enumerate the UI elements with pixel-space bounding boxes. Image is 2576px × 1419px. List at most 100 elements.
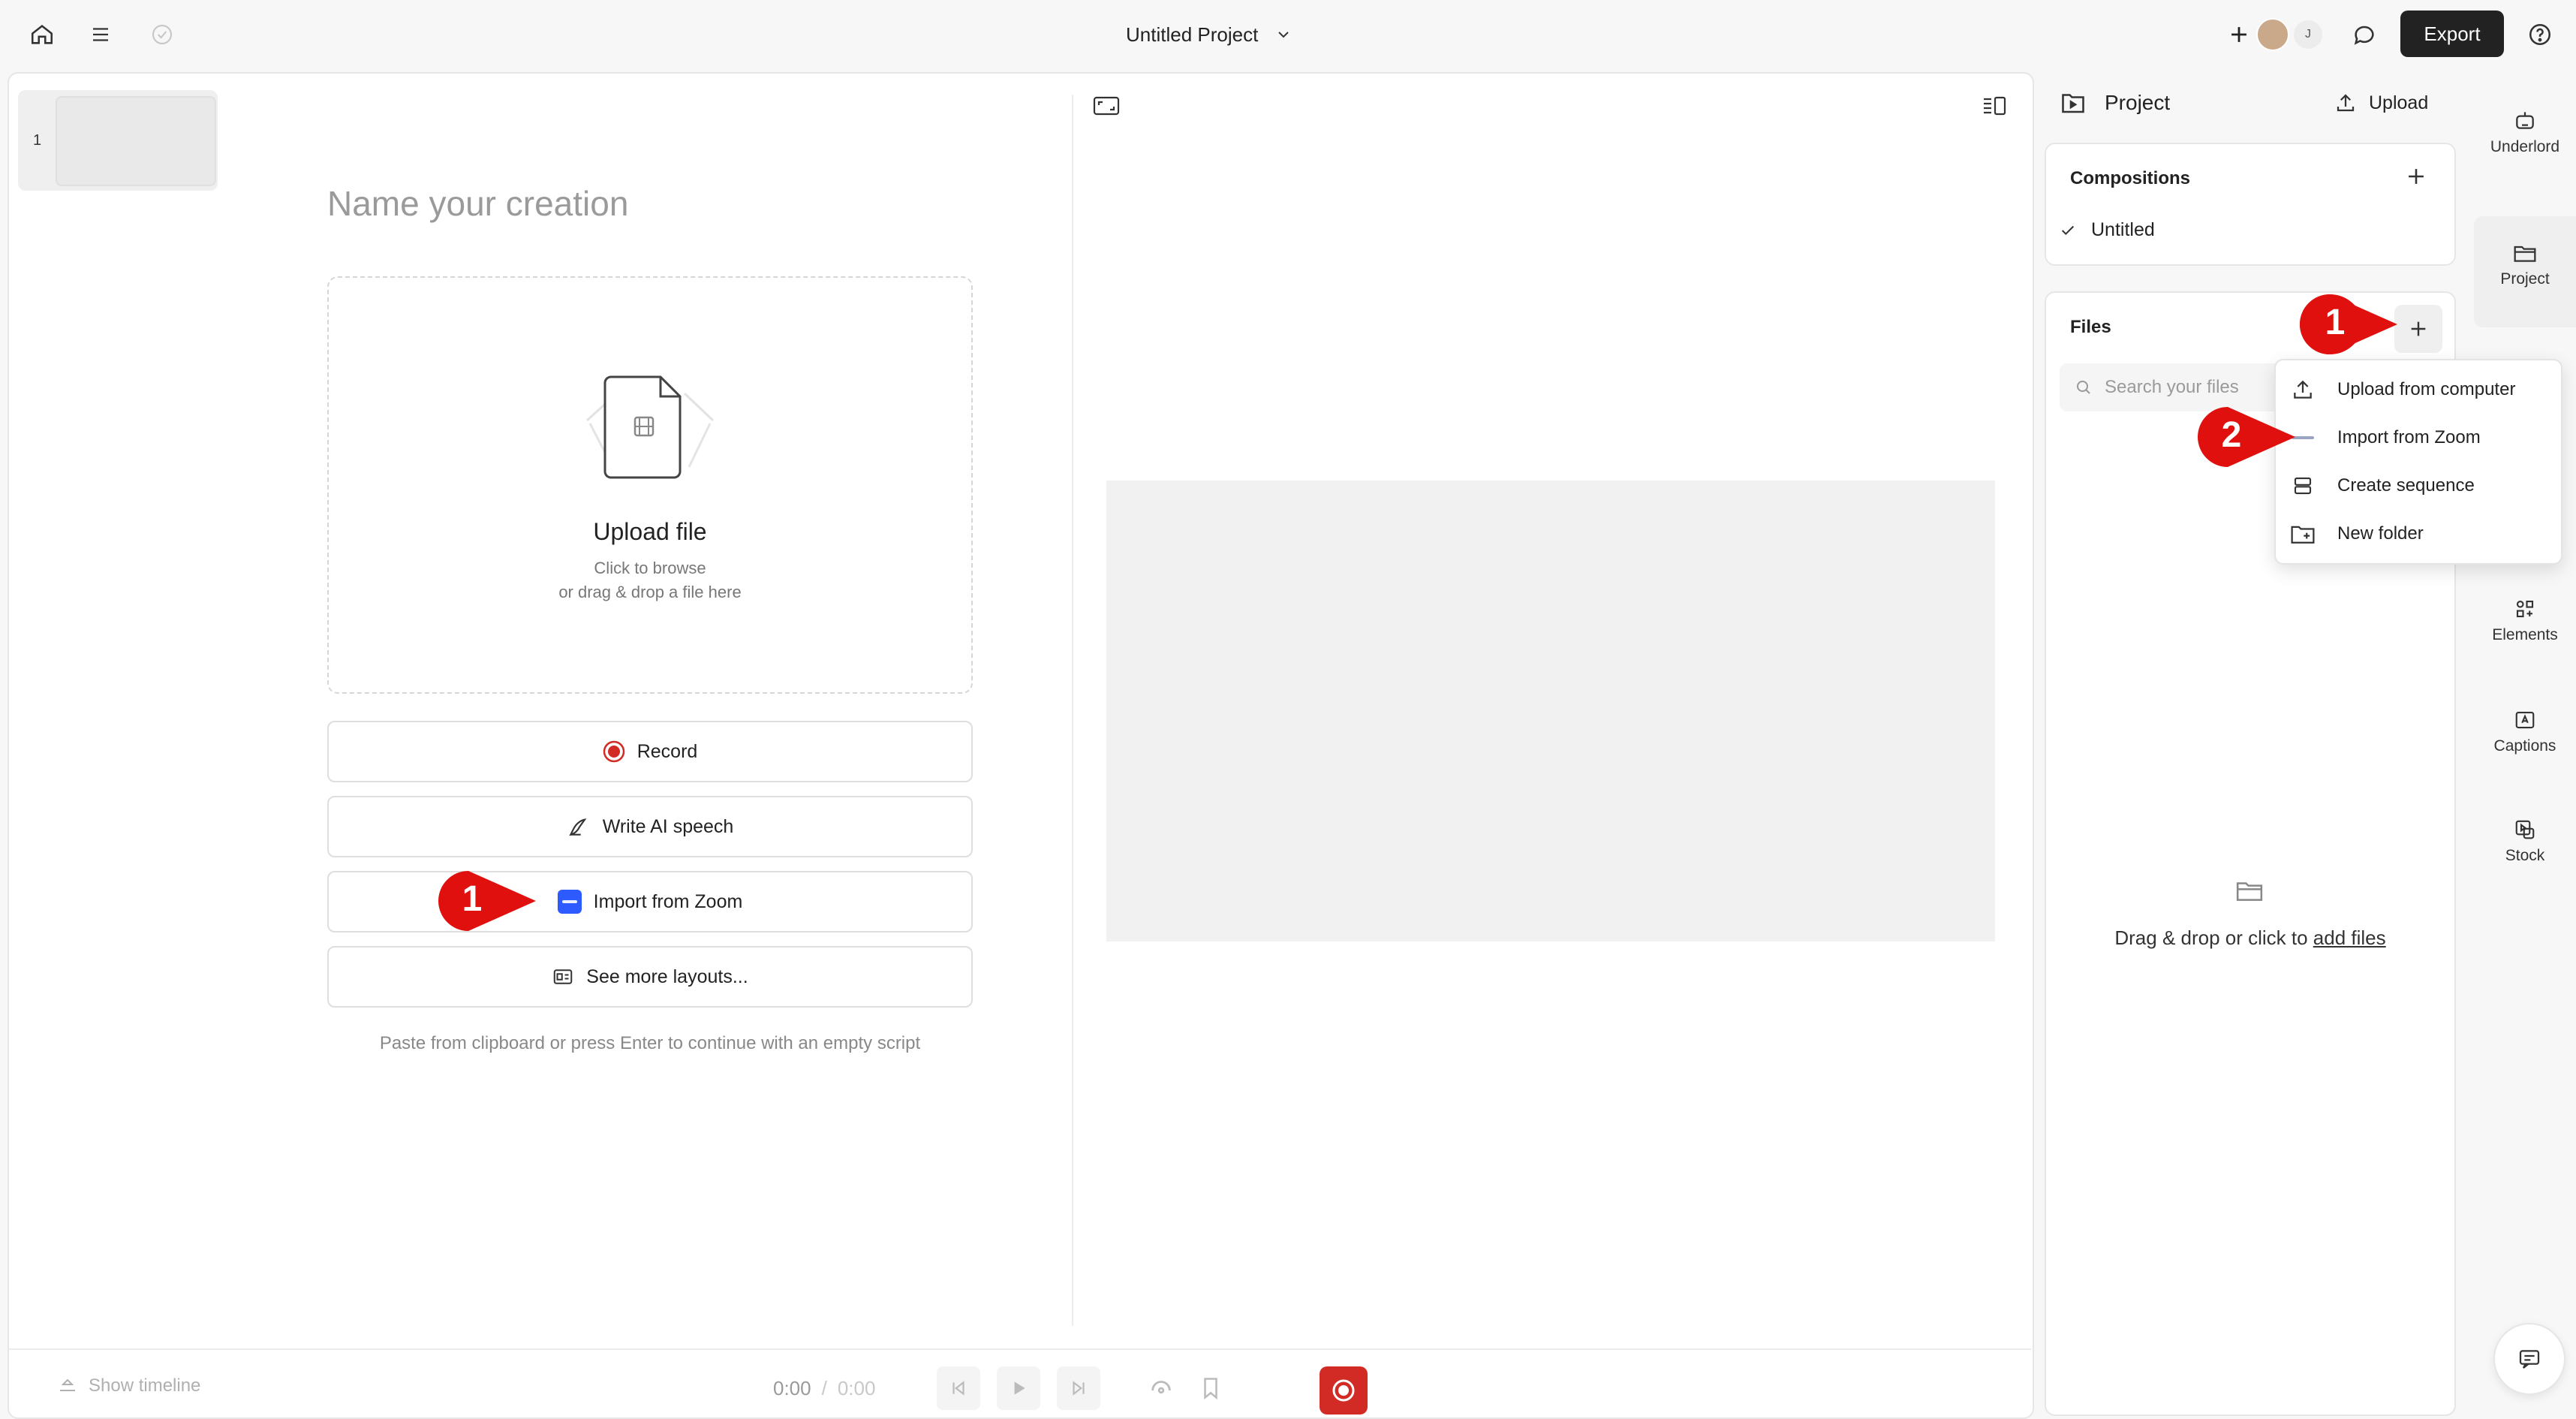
bookmark-icon[interactable] [1199,1375,1222,1401]
export-button[interactable]: Export [2400,11,2504,57]
folder-icon [2513,242,2537,264]
empty-state-text: Drag & drop or click to [2114,926,2313,949]
file-video-icon [579,371,721,488]
aspect-ratio-icon[interactable] [1093,95,1120,117]
import-from-zoom-button[interactable]: Import from Zoom [327,871,973,932]
layout-toggle-icon[interactable] [1982,95,2007,117]
annotation-number-2-menu: 2 [2221,415,2242,455]
captions-icon [2514,709,2536,731]
see-more-layouts-button[interactable]: See more layouts... [327,946,973,1008]
saved-check-icon [140,12,185,57]
avatar[interactable] [2256,18,2289,51]
time-separator: / [821,1377,827,1399]
skip-back-button[interactable] [937,1366,980,1410]
menu-sequence-label: Create sequence [2337,475,2475,496]
project-panel-title: Project [2105,91,2171,114]
upload-label: Upload [2369,92,2429,113]
menu-icon[interactable] [78,12,123,57]
home-icon[interactable] [20,12,65,57]
add-files-link[interactable]: add files [2313,926,2386,949]
pane-divider[interactable] [1072,95,1073,1326]
play-icon [1009,1378,1028,1398]
project-title-dropdown[interactable]: Untitled Project [1126,17,1293,53]
record-icon [603,740,625,763]
files-empty-state: Drag & drop or click to add files [2045,926,2456,950]
menu-import-from-zoom[interactable]: Import from Zoom [2289,414,2552,461]
upload-icon [2334,92,2357,114]
scene-preview[interactable] [56,96,216,186]
creation-name-input[interactable]: Name your creation [327,183,628,224]
add-file-button[interactable] [2394,305,2442,353]
help-icon[interactable] [2517,12,2562,57]
project-title: Untitled Project [1126,23,1259,46]
comments-icon[interactable] [2342,12,2387,57]
record-label: Record [636,740,698,762]
check-icon [2060,222,2076,239]
rail-elements-label: Elements [2492,626,2558,643]
rail-captions[interactable]: Captions [2474,709,2576,755]
empty-script-hint: Paste from clipboard or press Enter to c… [379,1033,921,1053]
current-time: 0:00 [773,1377,811,1399]
transport-divider [9,1348,2031,1350]
annotation-number-1-zoom: 1 [462,879,483,919]
search-placeholder: Search your files [2105,377,2239,397]
menu-create-sequence[interactable]: Create sequence [2289,462,2552,509]
collaborators[interactable]: J [2226,15,2324,54]
rail-stock-label: Stock [2505,847,2545,864]
rail-underlord-label: Underlord [2490,138,2560,155]
ai-speech-label: Write AI speech [602,815,734,837]
zoom-icon [557,890,582,914]
empty-folder-icon [2235,878,2264,902]
rail-captions-label: Captions [2493,737,2556,755]
chat-icon [2517,1348,2541,1370]
record-toggle-button[interactable] [1320,1366,1368,1414]
file-search-input[interactable]: Search your files [2060,363,2285,411]
annotation-number-1-files: 1 [2325,303,2346,342]
skip-back-icon [949,1378,968,1398]
add-collaborator-icon[interactable] [2226,22,2252,47]
upload-hint-drag: or drag & drop a file here [558,583,742,601]
show-timeline-label: Show timeline [89,1375,201,1396]
compositions-card [2045,143,2456,266]
record-dot-icon [1331,1378,1356,1403]
menu-zoom-label: Import from Zoom [2337,427,2481,447]
rail-stock[interactable]: Stock [2474,818,2576,865]
write-ai-speech-button[interactable]: Write AI speech [327,796,973,857]
show-timeline-button[interactable]: Show timeline [57,1375,200,1396]
skip-forward-button[interactable] [1057,1366,1100,1410]
play-button[interactable] [997,1366,1040,1410]
menu-folder-label: New folder [2337,523,2424,544]
upload-icon [2289,378,2316,402]
composition-item[interactable]: Untitled [2060,219,2155,241]
timeline-icon [57,1377,78,1395]
preview-canvas[interactable] [1106,481,1995,941]
zoom-label: Import from Zoom [593,890,743,912]
composition-name: Untitled [2091,219,2155,240]
rail-underlord[interactable]: Underlord [2474,108,2576,156]
rail-elements[interactable]: Elements [2474,598,2576,644]
layouts-label: See more layouts... [586,966,748,987]
add-composition-icon[interactable] [2403,164,2429,189]
quill-icon [567,815,591,839]
stock-media-icon [2514,818,2536,841]
loop-icon[interactable] [1148,1375,1174,1401]
menu-upload-from-computer[interactable]: Upload from computer [2289,366,2552,413]
chat-support-button[interactable] [2493,1323,2565,1395]
time-display: 0:00 / 0:00 [773,1377,875,1400]
upload-button[interactable]: Upload [2334,92,2428,114]
new-folder-icon [2289,523,2316,545]
rail-project[interactable]: Project [2474,242,2576,288]
annotation-badge-1-files [2298,293,2399,356]
avatar-initial[interactable]: J [2294,20,2322,49]
plus-icon [2406,317,2430,341]
elements-icon [2514,598,2536,620]
menu-new-folder[interactable]: New folder [2289,511,2552,557]
project-folder-icon [2060,90,2087,116]
search-icon [2075,378,2093,396]
scene-number: 1 [33,132,42,149]
record-button[interactable]: Record [327,721,973,782]
rail-project-label: Project [2500,270,2550,288]
robot-icon [2513,108,2537,132]
compositions-label: Compositions [2070,168,2190,188]
upload-file-title: Upload file [593,518,707,545]
